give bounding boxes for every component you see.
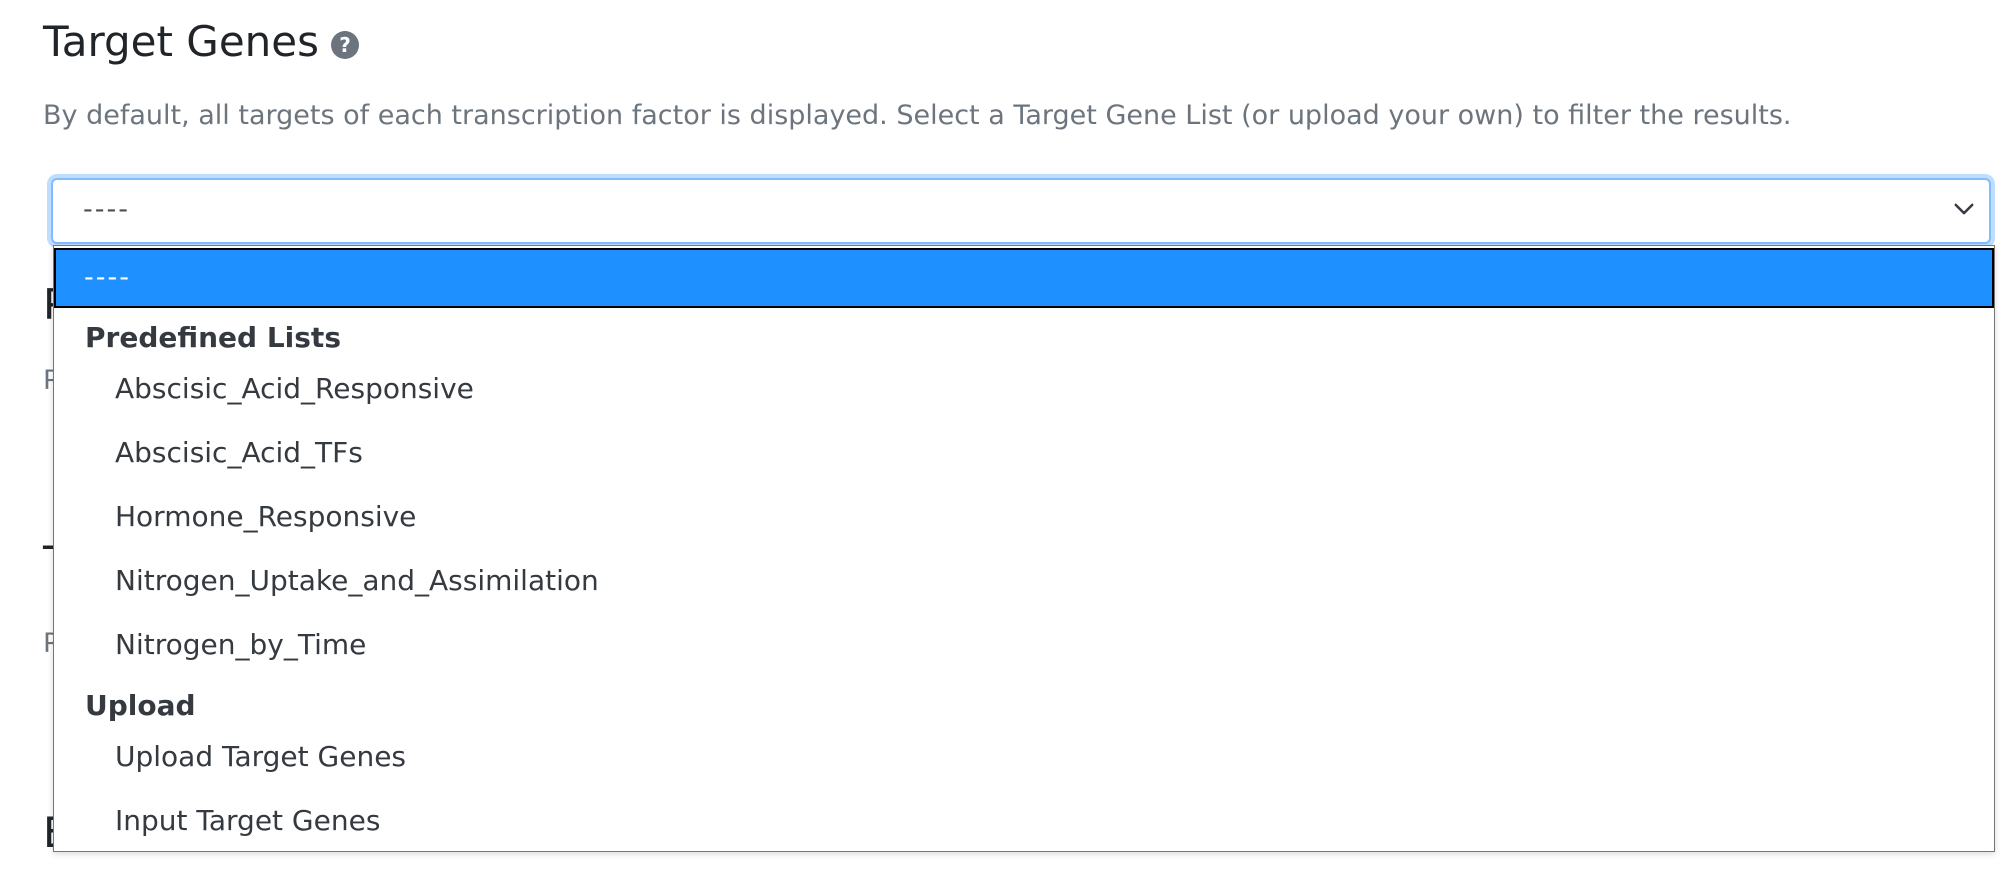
chevron-down-icon xyxy=(1954,203,1974,215)
optgroup-label: Upload xyxy=(85,689,196,722)
page: Target Genes ? By default, all targets o… xyxy=(0,0,2004,872)
dropdown-option[interactable]: Abscisic_Acid_Responsive xyxy=(115,372,474,405)
description-text: By default, all targets of each transcri… xyxy=(43,100,1792,131)
title-row: Target Genes ? xyxy=(43,14,360,70)
select-value: ---- xyxy=(83,194,130,225)
dropdown-option[interactable]: Input Target Genes xyxy=(115,804,380,837)
dropdown-option-selected[interactable]: ---- xyxy=(54,248,1994,308)
dropdown-option[interactable]: Nitrogen_Uptake_and_Assimilation xyxy=(115,564,599,597)
target-gene-list-select[interactable]: ---- xyxy=(51,178,1991,244)
page-title: Target Genes xyxy=(43,17,320,66)
dropdown-option[interactable]: Nitrogen_by_Time xyxy=(115,628,366,661)
dropdown-option[interactable]: Hormone_Responsive xyxy=(115,500,416,533)
dropdown-option[interactable]: Upload Target Genes xyxy=(115,740,406,773)
question-circle-icon[interactable]: ? xyxy=(331,31,360,59)
dropdown-option-label: ---- xyxy=(84,262,131,293)
optgroup-label: Predefined Lists xyxy=(85,321,341,354)
select-dropdown-list: ---- Predefined Lists Abscisic_Acid_Resp… xyxy=(53,245,1995,852)
dropdown-option[interactable]: Abscisic_Acid_TFs xyxy=(115,436,363,469)
